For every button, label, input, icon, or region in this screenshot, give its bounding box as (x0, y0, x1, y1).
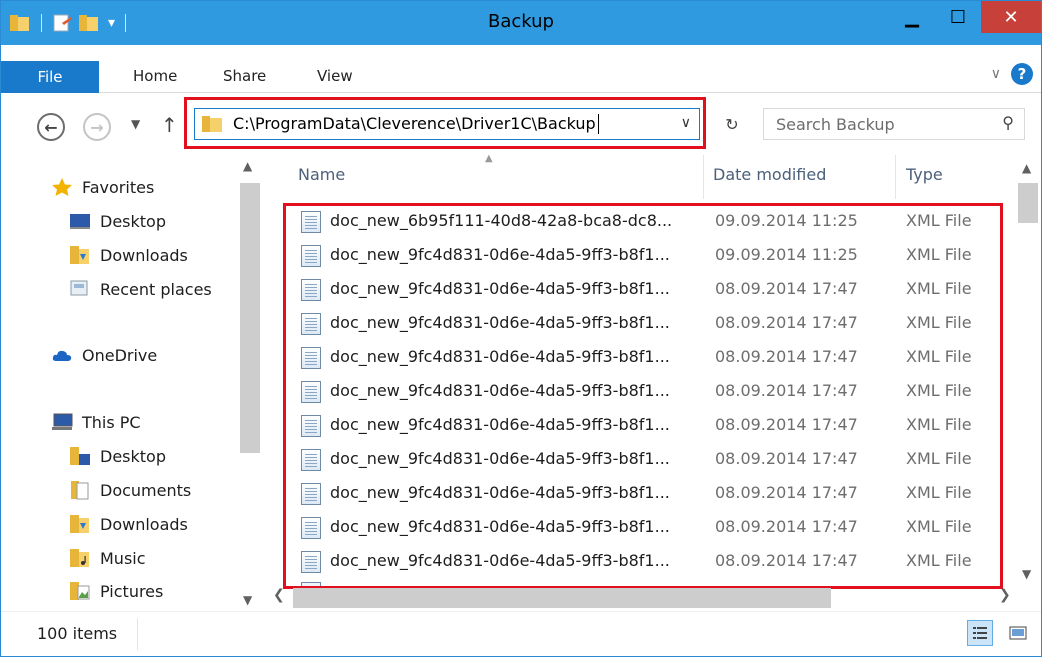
navigation-pane: Favorites Desktop Downloads Recent place… (1, 155, 263, 611)
list-header: ▲ Name Date modified Type (263, 153, 1015, 199)
details-view-button[interactable] (967, 620, 993, 646)
refresh-button[interactable]: ↻ (717, 109, 747, 139)
minimize-button[interactable]: ▁ (889, 1, 935, 33)
nav-label: OneDrive (82, 345, 158, 365)
folder-icon (202, 116, 222, 132)
back-button[interactable]: ← (37, 113, 65, 141)
nav-onedrive[interactable]: OneDrive (51, 341, 157, 369)
recent-locations-icon[interactable]: ▼ (131, 117, 140, 131)
search-box[interactable]: Search Backup ⚲ (763, 108, 1025, 140)
refresh-icon: ↻ (725, 114, 739, 134)
window-title: Backup (488, 11, 554, 32)
computer-icon (51, 412, 73, 432)
scrollbar-thumb[interactable] (1018, 183, 1038, 223)
forward-arrow-icon: → (90, 117, 104, 137)
tab-share[interactable]: Share (223, 67, 266, 85)
address-row: ← → ▼ ↑ C:\ProgramData\Cleverence\Driver… (1, 93, 1041, 155)
pictures-folder-icon (69, 581, 91, 601)
column-divider[interactable] (703, 155, 704, 199)
text-caret (597, 114, 599, 135)
address-path: C:\ProgramData\Cleverence\Driver1C\Backu… (233, 113, 596, 133)
back-arrow-icon: ← (44, 117, 58, 137)
nav-label: Music (100, 548, 146, 568)
column-header-date[interactable]: Date modified (713, 165, 826, 184)
nav-pc-documents[interactable]: Documents (69, 476, 191, 504)
nav-pc-music[interactable]: Music (69, 544, 146, 572)
cloud-icon (51, 345, 73, 365)
status-bar: 100 items (1, 611, 1041, 656)
details-view-icon (973, 627, 987, 639)
maximize-button[interactable]: ☐ (935, 1, 981, 33)
large-icons-view-button[interactable] (1005, 620, 1031, 646)
column-header-type[interactable]: Type (906, 165, 943, 184)
forward-button[interactable]: → (83, 113, 111, 141)
nav-label: This PC (82, 412, 141, 432)
nav-favorites[interactable]: Favorites (51, 173, 154, 201)
address-bar[interactable]: C:\ProgramData\Cleverence\Driver1C\Backu… (194, 108, 700, 140)
desktop-folder-icon (69, 446, 91, 466)
up-arrow-icon[interactable]: ↑ (161, 113, 178, 137)
recent-places-icon (69, 279, 91, 299)
tab-file[interactable]: File (1, 61, 99, 93)
downloads-folder-icon (69, 514, 91, 534)
maximize-icon: ☐ (949, 6, 967, 28)
window-controls: ▁ ☐ ✕ (889, 1, 1041, 33)
scroll-up-icon[interactable]: ▲ (1022, 161, 1031, 175)
nav-label: Favorites (82, 177, 155, 197)
file-list-vertical-scrollbar[interactable]: ▲ ▼ (1015, 155, 1041, 585)
file-list: ▲ Name Date modified Type doc_new_6b95f1… (263, 153, 1041, 611)
tab-view[interactable]: View (317, 67, 353, 85)
nav-pc-downloads[interactable]: Downloads (69, 510, 188, 538)
scroll-left-icon[interactable]: ❮ (273, 587, 285, 603)
status-divider (137, 618, 138, 650)
column-header-name[interactable]: Name (298, 165, 345, 184)
nav-label: Downloads (100, 514, 188, 534)
nav-label: Desktop (100, 446, 166, 466)
item-count: 100 items (37, 624, 118, 643)
close-button[interactable]: ✕ (981, 1, 1041, 33)
documents-icon (69, 480, 91, 500)
star-icon (51, 177, 73, 197)
downloads-folder-icon (69, 245, 91, 265)
music-folder-icon (69, 548, 91, 568)
ribbon: File Home Share View ∨ ? (1, 45, 1041, 93)
nav-fav-downloads[interactable]: Downloads (69, 241, 188, 269)
close-icon: ✕ (1003, 6, 1019, 28)
nav-label: Downloads (100, 245, 188, 265)
search-placeholder: Search Backup (776, 114, 895, 134)
file-list-horizontal-scrollbar[interactable]: ❮ ❯ (263, 585, 1041, 611)
scroll-down-icon[interactable]: ▼ (243, 593, 252, 607)
help-icon[interactable]: ? (1011, 63, 1033, 85)
desktop-icon (69, 211, 91, 231)
nav-pc-pictures[interactable]: Pictures (69, 577, 163, 605)
scroll-up-icon[interactable]: ▲ (243, 159, 252, 173)
scrollbar-thumb[interactable] (293, 588, 831, 608)
scrollbar-thumb[interactable] (240, 183, 260, 453)
minimize-icon: ▁ (905, 6, 919, 28)
explorer-window: ▾ Backup ▁ ☐ ✕ File Home Share View ∨ ? … (0, 0, 1042, 657)
search-icon: ⚲ (1002, 113, 1014, 132)
navigation-pane-scrollbar[interactable]: ▲ ▼ (237, 155, 263, 611)
scroll-right-icon[interactable]: ❯ (999, 587, 1011, 603)
nav-fav-desktop[interactable]: Desktop (69, 207, 166, 235)
nav-this-pc[interactable]: This PC (51, 408, 141, 436)
nav-fav-recent-places[interactable]: Recent places (69, 275, 212, 303)
large-icons-view-icon (1009, 626, 1027, 640)
file-list-highlight-box (283, 203, 1003, 589)
address-dropdown-icon[interactable]: ∨ (681, 115, 691, 131)
title-bar: ▾ Backup ▁ ☐ ✕ (1, 1, 1041, 45)
sort-ascending-icon: ▲ (485, 153, 493, 164)
tab-home[interactable]: Home (133, 67, 177, 85)
nav-label: Recent places (100, 279, 212, 299)
nav-label: Desktop (100, 211, 166, 231)
ribbon-controls: ∨ ? (991, 63, 1033, 85)
column-divider[interactable] (895, 155, 896, 199)
expand-ribbon-icon[interactable]: ∨ (991, 66, 1001, 82)
scroll-down-icon[interactable]: ▼ (1022, 567, 1031, 581)
nav-label: Documents (100, 480, 192, 500)
nav-label: Pictures (100, 581, 164, 601)
nav-pc-desktop[interactable]: Desktop (69, 442, 166, 470)
